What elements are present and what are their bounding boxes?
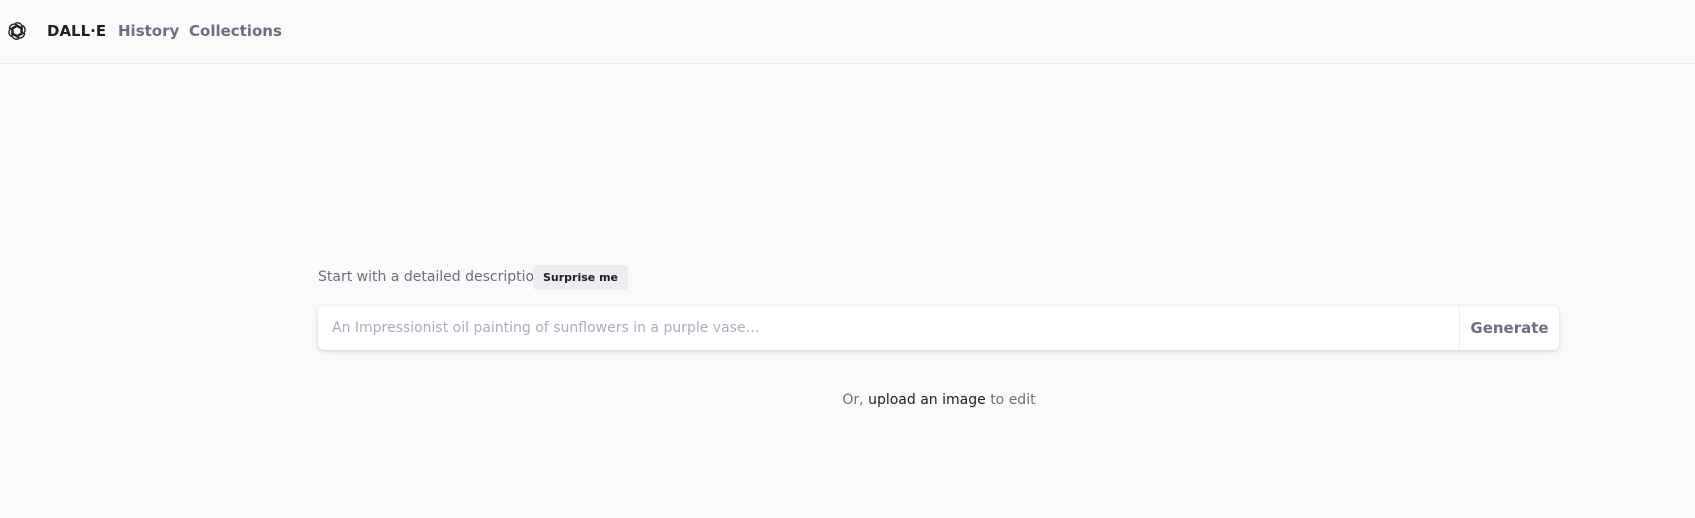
upload-hint-suffix: to edit xyxy=(990,392,1036,408)
prompt-input[interactable] xyxy=(318,306,1459,350)
surprise-me-button[interactable]: Surprise me xyxy=(533,265,629,290)
nav-dalle[interactable]: DALL·E xyxy=(47,21,106,41)
upload-image-link[interactable]: upload an image xyxy=(868,392,986,408)
nav-history[interactable]: History xyxy=(118,21,179,41)
upload-hint-prefix: Or, xyxy=(842,392,864,408)
nav-collections[interactable]: Collections xyxy=(189,21,282,41)
prompt-instruction-label: Start with a detailed description xyxy=(318,269,543,285)
upload-hint: Or, upload an image to edit xyxy=(0,391,1695,409)
generate-button[interactable]: Generate xyxy=(1459,306,1559,350)
openai-logo-icon[interactable] xyxy=(6,20,28,42)
prompt-bar: Generate xyxy=(318,306,1559,350)
top-navigation-bar: DALL·E History Collections xyxy=(0,0,1695,64)
